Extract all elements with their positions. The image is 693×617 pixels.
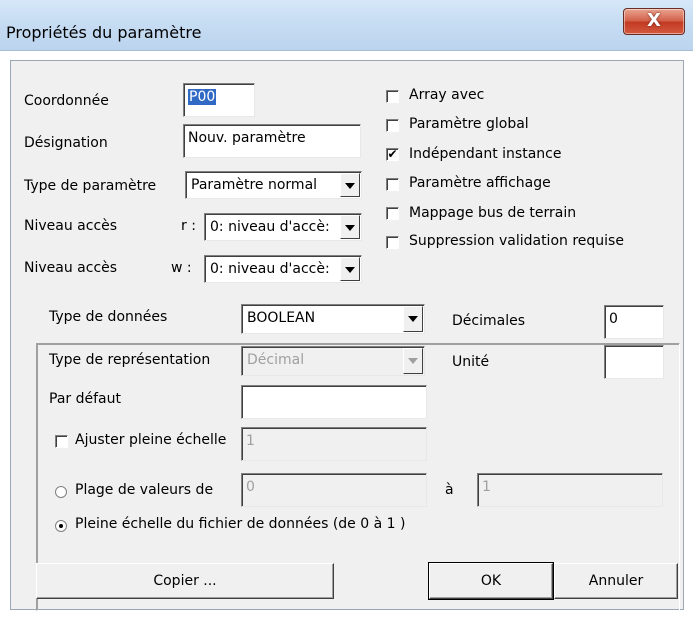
par-defaut-input[interactable] [241, 385, 427, 419]
plage-label: Plage de valeurs de [75, 482, 214, 498]
option-checkbox[interactable] [386, 236, 399, 249]
niveau-w-select[interactable]: 0: niveau d'accè: [204, 255, 362, 283]
designation-input[interactable]: Nouv. paramètre [183, 124, 361, 158]
option-label: Paramètre affichage [409, 175, 551, 191]
chevron-down-icon[interactable] [340, 173, 360, 197]
ajuster-label: Ajuster pleine échelle [75, 432, 227, 448]
decimales-input[interactable]: 0 [604, 305, 664, 339]
pleine-echelle-radio[interactable] [55, 520, 67, 532]
representation-value: Décimal [247, 352, 305, 368]
representation-select[interactable]: Décimal [241, 346, 425, 376]
option-checkbox[interactable] [386, 90, 399, 103]
coordonnee-value: P00 [188, 89, 217, 105]
type-parametre-select[interactable]: Paramètre normal [185, 171, 362, 199]
plage-radio[interactable] [55, 486, 67, 498]
annuler-button[interactable]: Annuler [554, 563, 678, 599]
niveau-r-value: 0: niveau d'accè: [210, 219, 330, 235]
type-donnees-label: Type de données [49, 309, 168, 325]
coordonnee-input[interactable]: P00 [183, 83, 255, 117]
option-checkbox[interactable] [386, 178, 399, 191]
unite-label: Unité [452, 354, 490, 370]
chevron-down-icon[interactable] [340, 257, 360, 281]
radio-selected-icon [59, 524, 63, 528]
option-checkbox[interactable] [386, 207, 399, 220]
decimales-label: Décimales [452, 313, 525, 329]
type-donnees-value: BOOLEAN [247, 310, 316, 326]
designation-label: Désignation [24, 135, 108, 151]
pleine-echelle-label: Pleine échelle du fichier de données (de… [75, 516, 406, 532]
representation-label: Type de représentation [49, 352, 211, 368]
option-label: Array avec [409, 87, 485, 103]
chevron-down-icon[interactable] [403, 306, 423, 332]
type-parametre-label: Type de paramètre [24, 178, 157, 194]
niveau-w-suffix: w : [171, 260, 192, 276]
ok-button[interactable]: OK [428, 562, 554, 600]
ajuster-checkbox[interactable] [55, 435, 68, 448]
type-donnees-select[interactable]: BOOLEAN [241, 304, 425, 334]
type-parametre-value: Paramètre normal [191, 177, 318, 193]
chevron-down-icon[interactable] [403, 348, 423, 374]
dialog-body: Coordonnée P00 Désignation Nouv. paramèt… [10, 60, 684, 611]
plage-a-label: à [445, 482, 454, 498]
ajuster-input[interactable]: 1 [241, 427, 427, 461]
option-label: Suppression validation requise [409, 233, 624, 249]
par-defaut-label: Par défaut [49, 391, 121, 407]
option-label: Paramètre global [409, 116, 529, 132]
niveau-r-suffix: r : [181, 218, 196, 234]
close-icon: X [647, 10, 661, 31]
option-label: Indépendant instance [409, 146, 562, 162]
niveau-w-value: 0: niveau d'accè: [210, 261, 330, 277]
checkmark-icon: ✔ [387, 147, 398, 161]
unite-input[interactable] [604, 345, 664, 379]
plage-from-input[interactable]: 0 [241, 473, 427, 507]
plage-to-input[interactable]: 1 [477, 473, 663, 507]
close-button[interactable]: X [623, 8, 685, 35]
dialog-title: Propriétés du paramètre [6, 23, 202, 42]
coordonnee-label: Coordonnée [24, 93, 109, 109]
option-checkbox[interactable] [386, 119, 399, 132]
niveau-r-select[interactable]: 0: niveau d'accè: [204, 213, 362, 241]
title-bar[interactable]: Propriétés du paramètre X [0, 0, 693, 51]
option-checkbox[interactable]: ✔ [386, 148, 399, 161]
niveau-r-label: Niveau accès [24, 218, 118, 234]
copier-button[interactable]: Copier ... [36, 563, 334, 599]
dialog-window: Propriétés du paramètre X Coordonnée P00… [0, 0, 693, 617]
chevron-down-icon[interactable] [340, 215, 360, 239]
niveau-w-label: Niveau accès [24, 260, 118, 276]
option-label: Mappage bus de terrain [409, 205, 577, 221]
